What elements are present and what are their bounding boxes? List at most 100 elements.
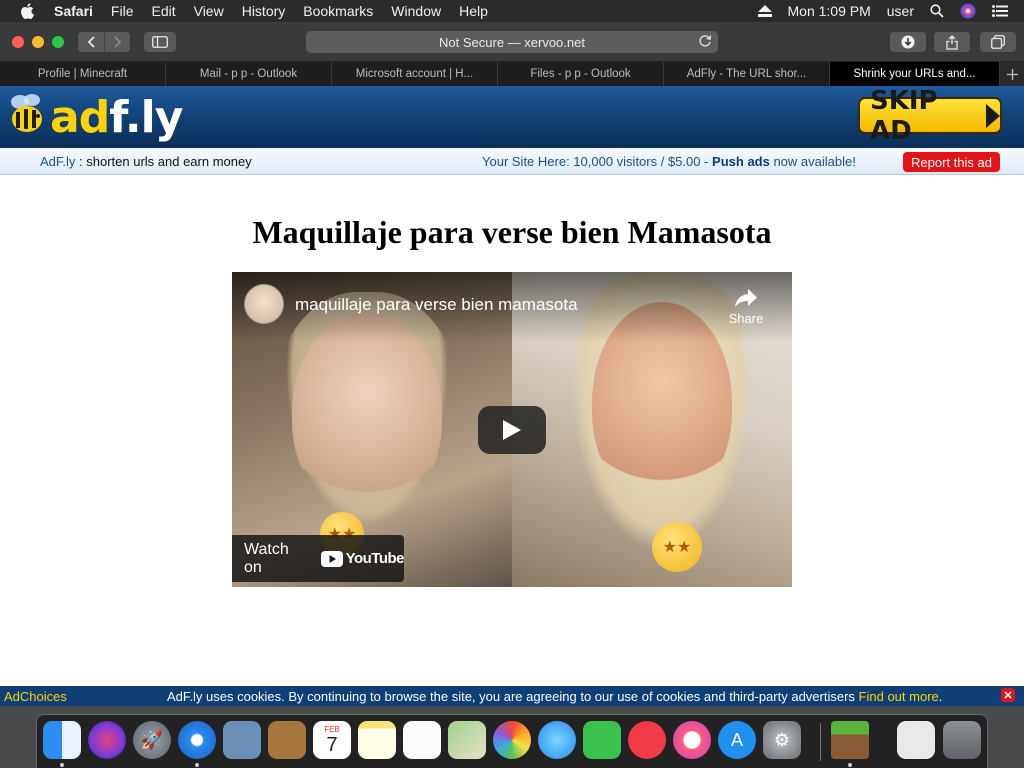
app-store-icon[interactable]: A xyxy=(718,721,756,759)
logo-rest-part: f.ly xyxy=(109,91,183,143)
logo-ad-part: ad xyxy=(50,91,110,143)
menu-file[interactable]: File xyxy=(111,3,134,19)
minecraft-grass-block-icon[interactable] xyxy=(831,721,869,759)
calendar-icon[interactable]: FEB 7 xyxy=(313,721,351,759)
star-eyes-emoji-icon: ★★ xyxy=(652,522,702,572)
calendar-day: 7 xyxy=(326,733,338,756)
safari-toolbar: Not Secure — xervoo.net xyxy=(0,22,1024,62)
safari-running-indicator xyxy=(195,763,199,767)
promo-link[interactable]: Your Site Here: 10,000 visitors / $5.00 … xyxy=(482,154,856,169)
tab-adfly[interactable]: AdFly - The URL shor... xyxy=(664,62,830,86)
siri-icon[interactable] xyxy=(88,721,126,759)
address-bar[interactable]: Not Secure — xervoo.net xyxy=(306,31,718,53)
document-file-icon[interactable] xyxy=(897,721,935,759)
video-title[interactable]: maquillaje para verse bien mamasota xyxy=(295,295,578,315)
calendar-month: FEB xyxy=(324,724,340,734)
launchpad-rocket-icon[interactable]: 🚀 xyxy=(133,721,171,759)
menu-bar: Safari File Edit View History Bookmarks … xyxy=(0,0,1024,22)
photos-icon[interactable] xyxy=(493,721,531,759)
maps-icon[interactable] xyxy=(448,721,486,759)
window-fullscreen-button[interactable] xyxy=(52,36,64,48)
adchoices-link[interactable]: AdChoices xyxy=(4,689,67,704)
cookie-period: . xyxy=(938,689,943,704)
video-share-button[interactable]: Share xyxy=(726,288,766,326)
tab-profile-minecraft[interactable]: Profile | Minecraft xyxy=(0,62,166,86)
tagline-text: : shorten urls and earn money xyxy=(75,154,252,169)
menu-view[interactable]: View xyxy=(194,3,224,19)
adfly-logo[interactable]: adf.ly xyxy=(8,86,183,148)
siri-icon[interactable] xyxy=(960,3,976,19)
share-button[interactable] xyxy=(934,32,970,52)
play-button[interactable] xyxy=(478,406,546,454)
window-minimize-button[interactable] xyxy=(32,36,44,48)
channel-avatar[interactable] xyxy=(244,284,284,324)
new-tab-button[interactable] xyxy=(1000,62,1024,86)
menu-edit[interactable]: Edit xyxy=(151,3,175,19)
tab-shrink-urls[interactable]: Shrink your URLs and... xyxy=(830,62,1000,86)
menu-app-safari[interactable]: Safari xyxy=(54,3,93,19)
share-label: Share xyxy=(728,311,764,326)
reminders-icon[interactable] xyxy=(403,721,441,759)
messages-icon[interactable] xyxy=(538,721,576,759)
forward-button[interactable] xyxy=(104,32,130,52)
report-ad-button[interactable]: Report this ad xyxy=(903,152,1000,172)
page-title: Maquillaje para verse bien Mamasota xyxy=(252,214,772,250)
share-arrow-icon xyxy=(734,289,758,311)
menu-history[interactable]: History xyxy=(242,3,286,19)
news-icon[interactable] xyxy=(628,721,666,759)
dock: 🚀 FEB 7 ♫ A ⚙ xyxy=(36,714,988,768)
navigation-buttons xyxy=(78,32,130,52)
control-center-list-icon[interactable] xyxy=(992,5,1008,17)
menu-user[interactable]: user xyxy=(887,3,914,19)
menu-help[interactable]: Help xyxy=(459,3,488,19)
cookie-text: AdF.ly uses cookies. By continuing to br… xyxy=(167,689,859,704)
spotlight-search-icon[interactable] xyxy=(930,4,944,18)
window-close-button[interactable] xyxy=(12,36,24,48)
youtube-logo-text: YouTube xyxy=(345,550,405,567)
menu-clock[interactable]: Mon 1:09 PM xyxy=(788,3,871,19)
eject-icon[interactable] xyxy=(757,5,772,17)
sidebar-toggle-button[interactable] xyxy=(144,32,176,52)
tab-bar: Profile | Minecraft Mail - p p - Outlook… xyxy=(0,62,1024,86)
back-button[interactable] xyxy=(78,32,104,52)
apple-icon[interactable] xyxy=(20,3,38,19)
reload-icon[interactable] xyxy=(698,34,712,51)
adfly-tagline: AdF.ly : shorten urls and earn money xyxy=(40,154,252,169)
adfly-info-strip: AdF.ly : shorten urls and earn money You… xyxy=(0,148,1024,175)
system-preferences-gear-icon[interactable]: ⚙ xyxy=(763,721,801,759)
minecraft-running-indicator xyxy=(848,763,852,767)
trash-icon[interactable] xyxy=(943,721,981,759)
menu-bookmarks[interactable]: Bookmarks xyxy=(303,3,373,19)
youtube-embed[interactable]: ★★ ★★ maquillaje para verse bien mamasot… xyxy=(232,272,792,587)
itunes-icon[interactable]: ♫ xyxy=(673,721,711,759)
cookie-close-icon[interactable]: ✕ xyxy=(1001,688,1015,702)
tab-mail-outlook[interactable]: Mail - p p - Outlook xyxy=(166,62,332,86)
tab-microsoft-account[interactable]: Microsoft account | H... xyxy=(332,62,498,86)
facetime-icon[interactable] xyxy=(583,721,621,759)
dock-separator xyxy=(820,723,821,761)
adfly-home-link[interactable]: AdF.ly xyxy=(40,154,75,169)
skip-ad-label: SKIP AD xyxy=(870,85,938,146)
tab-files-outlook[interactable]: Files - p p - Outlook xyxy=(498,62,664,86)
watch-on-youtube-button[interactable]: Watch on YouTube xyxy=(232,535,405,582)
cookie-bar: AdChoices AdF.ly uses cookies. By contin… xyxy=(0,686,1024,706)
promo-tail: now available! xyxy=(769,154,856,169)
promo-text: Your Site Here: 10,000 visitors / $5.00 … xyxy=(482,154,713,169)
finder-icon[interactable] xyxy=(43,721,81,759)
skip-arrow-icon xyxy=(986,103,1000,128)
adfly-logo-text: adf.ly xyxy=(50,91,183,143)
tab-overview-button[interactable] xyxy=(980,32,1016,52)
finder-running-indicator xyxy=(60,763,64,767)
safari-compass-icon[interactable] xyxy=(178,721,216,759)
cookie-message: AdF.ly uses cookies. By continuing to br… xyxy=(167,689,942,704)
address-text: Not Secure — xervoo.net xyxy=(439,34,585,50)
menu-window[interactable]: Window xyxy=(391,3,441,19)
contacts-book-icon[interactable] xyxy=(268,721,306,759)
downloads-button[interactable] xyxy=(890,32,926,52)
skip-ad-button[interactable]: SKIP AD xyxy=(858,86,1002,146)
notes-icon[interactable] xyxy=(358,721,396,759)
find-out-more-link[interactable]: Find out more xyxy=(859,689,939,704)
mail-bird-stamp-icon[interactable] xyxy=(223,721,261,759)
bee-icon xyxy=(8,92,46,143)
promo-bold: Push ads xyxy=(712,154,770,169)
